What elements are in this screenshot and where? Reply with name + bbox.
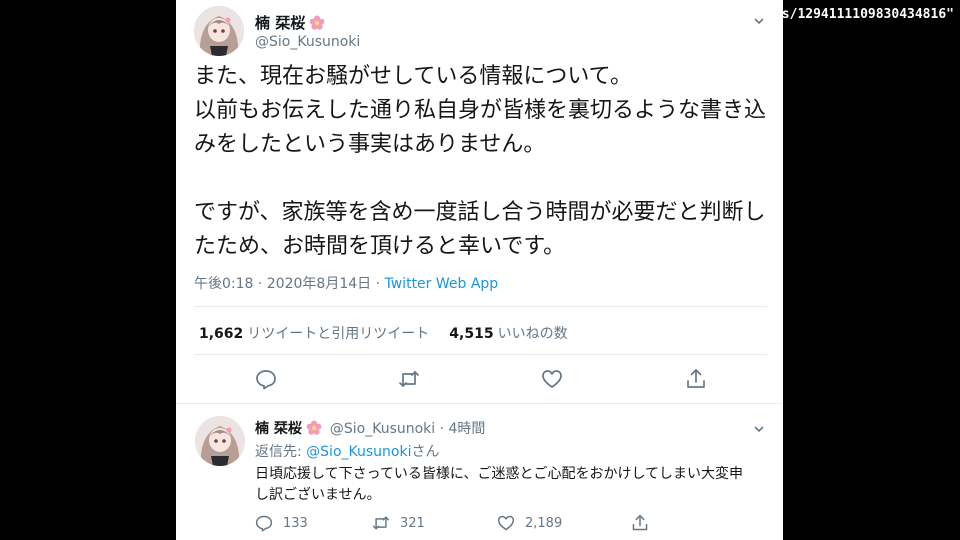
reply-text: 日頃応援して下さっている皆様に、ご迷惑とご心配をおかけしてしまい大変申し訳ござい… (255, 466, 744, 503)
display-name[interactable]: 楠 栞桜 (255, 12, 305, 33)
reply-to-prefix: 返信先: (255, 444, 307, 460)
chevron-down-icon[interactable] (754, 424, 764, 434)
reply-to-mention[interactable]: @Sio_Kusunoki (306, 444, 411, 460)
reply-reply-button[interactable]: 133 (255, 514, 308, 532)
author-handle[interactable]: @Sio_Kusunoki (255, 34, 360, 50)
likes-count: 4,515 (449, 326, 494, 342)
reply-like-button[interactable]: 2,189 (497, 514, 562, 532)
tweet-paragraph: ですが、家族等を含め一度話し合う時間が必要だと判断したため、お時間を頂けると幸い… (194, 200, 766, 259)
share-icon[interactable] (631, 514, 649, 532)
main-tweet: 楠 栞桜 @Sio_Kusunoki また、現在お騒がせしている情報について。 … (176, 0, 783, 404)
tweet-panel: 楠 栞桜 @Sio_Kusunoki また、現在お騒がせしている情報について。 … (176, 0, 783, 540)
reply-share-button[interactable] (631, 514, 649, 532)
reply-icon[interactable] (255, 514, 273, 532)
reply-retweet-button[interactable]: 321 (372, 514, 425, 532)
reply-avatar[interactable] (195, 416, 245, 466)
retweets-label: リツイートと引用リツイート (247, 326, 430, 342)
likes-stat[interactable]: 4,515 いいねの数 (449, 323, 567, 343)
like-count: 2,189 (525, 515, 563, 531)
timestamp[interactable]: 午後0:18 · 2020年8月14日 · (194, 276, 385, 292)
retweet-icon[interactable] (372, 514, 390, 532)
source-app-link[interactable]: Twitter Web App (385, 276, 499, 292)
retweet-count: 321 (400, 515, 425, 531)
like-icon[interactable] (497, 514, 515, 532)
tweet-paragraph: また、現在お騒がせしている情報について。 以前もお伝えした通り私自身が皆様を裏切… (194, 64, 767, 157)
divider (194, 354, 767, 355)
reply-display-name[interactable]: 楠 栞桜 (255, 418, 302, 438)
divider (194, 306, 767, 307)
cherry-blossom-icon (306, 420, 322, 436)
retweets-stat[interactable]: 1,662 リツイートと引用リツイート (199, 323, 429, 343)
like-icon[interactable] (541, 368, 563, 390)
reply-to-line: 返信先: @Sio_Kusunokiさん (255, 441, 439, 461)
reply-to-suffix: さん (411, 444, 440, 460)
avatar[interactable] (194, 6, 244, 56)
reply-handle-time[interactable]: @Sio_Kusunoki · 4時間 (330, 418, 486, 438)
chevron-down-icon[interactable] (754, 16, 764, 26)
retweet-icon[interactable] (398, 368, 420, 390)
tweet-meta: 午後0:18 · 2020年8月14日 · Twitter Web App (194, 273, 498, 293)
tweet-text: また、現在お騒がせしている情報について。 以前もお伝えした通り私自身が皆様を裏切… (194, 60, 769, 264)
engagement-stats: 1,662 リツイートと引用リツイート 4,515 いいねの数 (199, 323, 568, 343)
reply-header: 楠 栞桜 @Sio_Kusunoki · 4時間 (255, 418, 485, 438)
retweets-count: 1,662 (199, 326, 244, 342)
author-name-row[interactable]: 楠 栞桜 (255, 12, 325, 33)
share-icon[interactable] (685, 368, 707, 390)
reply-icon[interactable] (255, 368, 277, 390)
cherry-blossom-icon (309, 15, 325, 31)
likes-label: いいねの数 (497, 326, 568, 342)
reply-count: 133 (283, 515, 308, 531)
